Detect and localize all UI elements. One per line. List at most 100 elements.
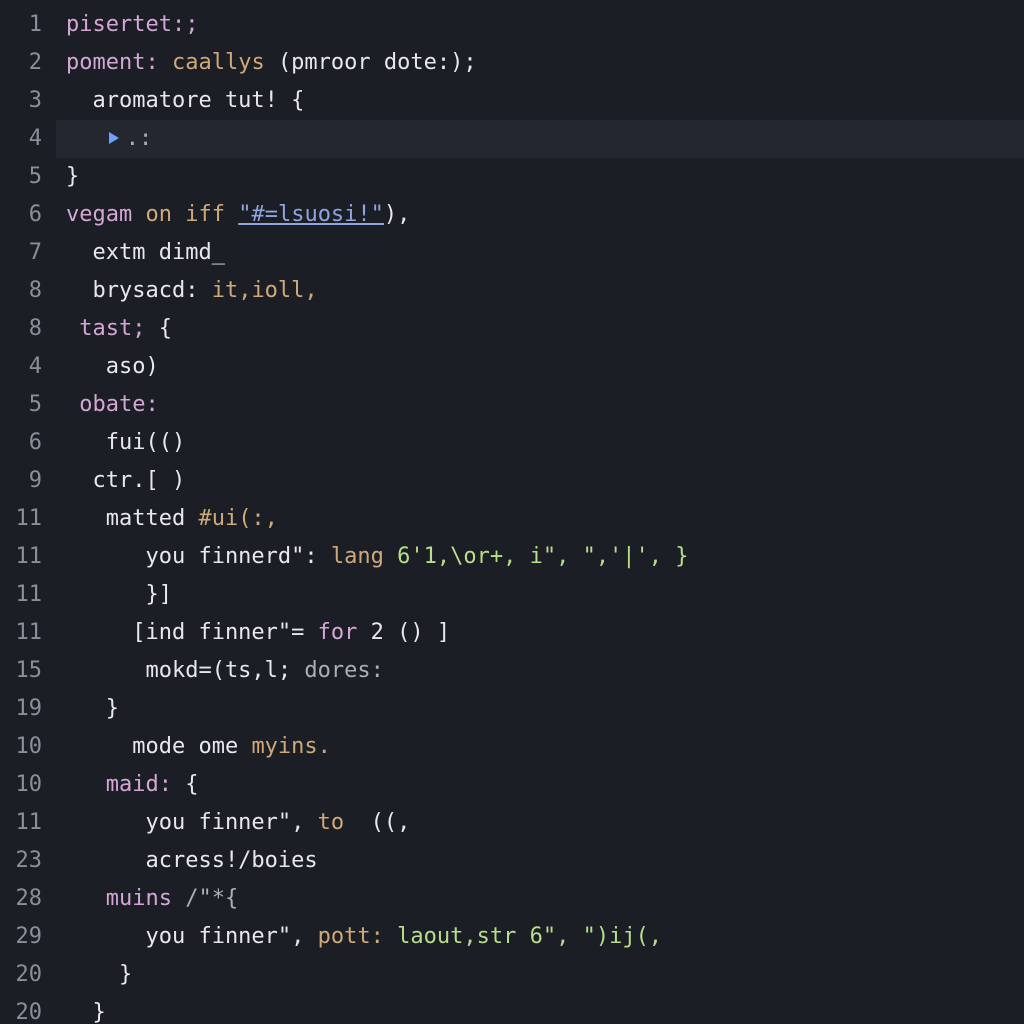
line-number: 3: [0, 82, 56, 120]
token-function: lang: [331, 544, 384, 569]
token-ident: }: [66, 696, 119, 721]
code-line[interactable]: muins /"*{: [56, 880, 1024, 918]
token-ident: you finner",: [66, 924, 318, 949]
token-string: laout,str 6", ")ij(,: [384, 924, 662, 949]
token-ident: you finnerd":: [66, 544, 331, 569]
code-line-active[interactable]: .:: [56, 120, 1024, 158]
line-number: 5: [0, 158, 56, 196]
token-ident: mokd=(ts,l;: [66, 658, 304, 683]
token-function: to: [318, 810, 345, 835]
token-function: #ui(:,: [198, 506, 277, 531]
token-link[interactable]: "#=lsuosi!": [238, 202, 384, 227]
line-number: 15: [0, 652, 56, 690]
code-line[interactable]: ctr.[ ): [56, 462, 1024, 500]
token-keyword: tast;: [79, 316, 145, 341]
code-line[interactable]: brysacd: it,ioll,: [56, 272, 1024, 310]
token-ident: ctr.[ ): [66, 468, 185, 493]
line-number: 20: [0, 994, 56, 1024]
token-function: pott:: [318, 924, 384, 949]
line-number: 4: [0, 120, 56, 158]
code-line[interactable]: }]: [56, 576, 1024, 614]
token-ident: matted: [66, 506, 198, 531]
line-number: 11: [0, 576, 56, 614]
line-number: 7: [0, 234, 56, 272]
token-ident: }]: [66, 582, 172, 607]
code-line[interactable]: you finnerd": lang 6'1,\or+, i", ",'|', …: [56, 538, 1024, 576]
token-keyword: obate:: [79, 392, 158, 417]
line-number: 28: [0, 880, 56, 918]
line-number: 8: [0, 310, 56, 348]
line-number: 23: [0, 842, 56, 880]
line-number: 4: [0, 348, 56, 386]
token-ident: }: [66, 962, 132, 987]
code-line[interactable]: aso): [56, 348, 1024, 386]
token-keyword: vegam: [66, 202, 132, 227]
token-function: it,ioll,: [212, 278, 318, 303]
token-punct: {: [145, 316, 172, 341]
code-line[interactable]: }: [56, 690, 1024, 728]
code-line[interactable]: }: [56, 956, 1024, 994]
token-ident: extm dimd_: [66, 240, 225, 265]
line-number: 2: [0, 44, 56, 82]
line-number-gutter: 1 2 3 4 5 6 7 8 8 4 5 6 9 11 11 11 11 15…: [0, 0, 56, 1024]
code-line[interactable]: pisertet:;: [56, 6, 1024, 44]
play-icon[interactable]: [106, 130, 122, 146]
line-number: 8: [0, 272, 56, 310]
token-ident: (pmroor dote:);: [278, 50, 477, 75]
code-line[interactable]: mode ome myins.: [56, 728, 1024, 766]
code-line[interactable]: extm dimd_: [56, 234, 1024, 272]
code-line[interactable]: poment: caallys (pmroor dote:);: [56, 44, 1024, 82]
token-ident: ((,: [344, 810, 410, 835]
code-line[interactable]: obate:: [56, 386, 1024, 424]
token-ident: }: [66, 164, 79, 189]
line-number: 5: [0, 386, 56, 424]
code-line[interactable]: aromatore tut! {: [56, 82, 1024, 120]
code-area[interactable]: pisertet:; poment: caallys (pmroor dote:…: [56, 0, 1024, 1024]
code-line[interactable]: you finner", pott: laout,str 6", ")ij(,: [56, 918, 1024, 956]
line-number: 11: [0, 500, 56, 538]
line-number: 10: [0, 766, 56, 804]
line-number: 1: [0, 6, 56, 44]
line-number: 19: [0, 690, 56, 728]
token-ident: 2 () ]: [357, 620, 450, 645]
token-keyword: for: [318, 620, 358, 645]
token-keyword: pisertet:;: [66, 12, 198, 37]
line-number: 11: [0, 538, 56, 576]
line-number: 20: [0, 956, 56, 994]
code-line[interactable]: }: [56, 994, 1024, 1024]
token-ident: aso): [66, 354, 159, 379]
line-number: 29: [0, 918, 56, 956]
token-punct: {: [172, 772, 199, 797]
code-line[interactable]: you finner", to ((,: [56, 804, 1024, 842]
line-number: 9: [0, 462, 56, 500]
token-keyword: maid:: [66, 772, 172, 797]
token-dim: dores:: [304, 658, 383, 683]
token-ident: aromatore tut! {: [66, 88, 304, 113]
token-function: myins.: [251, 734, 330, 759]
token-ident: fui((): [66, 430, 185, 455]
code-line[interactable]: mokd=(ts,l; dores:: [56, 652, 1024, 690]
token-ident: [ind finner"=: [66, 620, 318, 645]
token-ident: }: [66, 1000, 106, 1024]
line-number: 11: [0, 614, 56, 652]
code-line[interactable]: maid: {: [56, 766, 1024, 804]
code-line[interactable]: }: [56, 158, 1024, 196]
line-number: 6: [0, 424, 56, 462]
token-string: 6'1,\or+, i", ",'|', }: [384, 544, 689, 569]
token-function: on iff: [145, 202, 224, 227]
code-line[interactable]: fui((): [56, 424, 1024, 462]
line-number: 11: [0, 804, 56, 842]
token-ident: you finner",: [66, 810, 318, 835]
code-line[interactable]: tast; {: [56, 310, 1024, 348]
code-line[interactable]: acress!/boies: [56, 842, 1024, 880]
code-line[interactable]: [ind finner"= for 2 () ]: [56, 614, 1024, 652]
token-punct: .:: [126, 126, 153, 151]
line-number: 6: [0, 196, 56, 234]
code-editor[interactable]: 1 2 3 4 5 6 7 8 8 4 5 6 9 11 11 11 11 15…: [0, 0, 1024, 1024]
code-line[interactable]: matted #ui(:,: [56, 500, 1024, 538]
line-number: 10: [0, 728, 56, 766]
token-keyword: muins: [66, 886, 185, 911]
code-line[interactable]: vegam on iff "#=lsuosi!"),: [56, 196, 1024, 234]
token-ident: mode ome: [66, 734, 251, 759]
token-function: caallys: [172, 50, 265, 75]
